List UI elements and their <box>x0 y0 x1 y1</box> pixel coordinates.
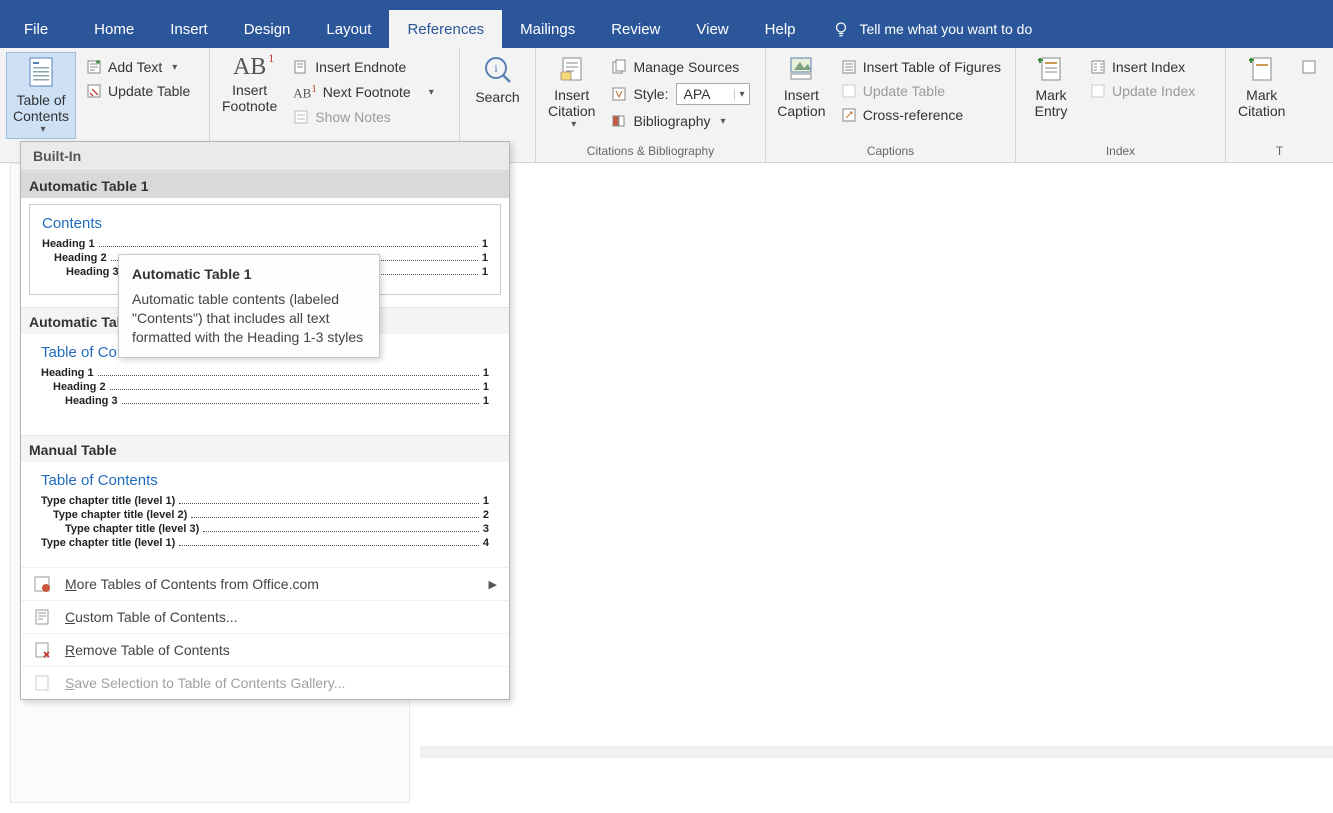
search-button[interactable]: i Search <box>469 52 527 107</box>
tell-me-text: Tell me what you want to do <box>860 21 1033 37</box>
tab-file[interactable]: File <box>10 10 62 48</box>
insert-citation-button[interactable]: Insert Citation▾ <box>542 52 601 133</box>
ribbon-tabstrip: File Home Insert Design Layout Reference… <box>0 10 1333 48</box>
insert-toa-button[interactable] <box>1295 56 1323 78</box>
cross-ref-icon <box>841 107 857 123</box>
tab-references[interactable]: References <box>389 10 502 48</box>
save-gallery-icon <box>33 674 51 692</box>
more-toc-office[interactable]: More Tables of Contents from Office.com … <box>21 567 509 600</box>
endnote-icon <box>293 59 309 75</box>
tooltip-auto1: Automatic Table 1 Automatic table conten… <box>118 254 380 358</box>
footnote-ab-icon: AB1 <box>233 54 266 82</box>
tell-me[interactable]: Tell me what you want to do <box>814 10 1033 48</box>
citation-style-select[interactable]: Style: APA▾ <box>605 80 755 108</box>
svg-text:i: i <box>494 61 498 75</box>
search-icon: i <box>482 54 514 86</box>
mark-citation-button[interactable]: Mark Citation <box>1232 52 1291 121</box>
dropdown-builtin-header: Built-In <box>21 142 509 171</box>
update-table-figures-button[interactable]: Update Table <box>835 80 1007 102</box>
update-table-button[interactable]: Update Table <box>80 80 196 102</box>
save-selection-toc[interactable]: Save Selection to Table of Contents Gall… <box>21 666 509 699</box>
group-label-index: Index <box>1022 144 1219 160</box>
group-label-citations: Citations & Bibliography <box>542 144 759 160</box>
remove-toc[interactable]: Remove Table of Contents <box>21 633 509 666</box>
cross-reference-button[interactable]: Cross-reference <box>835 104 1007 126</box>
group-label-toa: T <box>1232 144 1327 160</box>
update-table2-icon <box>841 83 857 99</box>
toa-icon <box>1301 59 1317 75</box>
show-notes-icon <box>293 109 309 125</box>
tab-mailings[interactable]: Mailings <box>502 10 593 48</box>
toc-dropdown: Built-In Automatic Table 1 Contents Head… <box>20 141 510 700</box>
bibliography-icon <box>611 113 627 129</box>
tab-home[interactable]: Home <box>76 10 152 48</box>
tooltip-body: Automatic table contents (labeled "Conte… <box>132 290 366 347</box>
insert-footnote-button[interactable]: AB1 Insert Footnote <box>216 52 283 116</box>
mark-entry-icon <box>1036 54 1066 84</box>
page-edge <box>420 746 1333 758</box>
tab-layout[interactable]: Layout <box>308 10 389 48</box>
add-text-button[interactable]: Add Text▾ <box>80 56 196 78</box>
insert-table-of-figures-button[interactable]: Insert Table of Figures <box>835 56 1007 78</box>
insert-caption-button[interactable]: Insert Caption <box>772 52 831 121</box>
update-index-icon <box>1090 83 1106 99</box>
manual-preview: Table of Contents Type chapter title (le… <box>29 462 501 555</box>
update-table-icon <box>86 83 102 99</box>
tooltip-title: Automatic Table 1 <box>132 265 366 284</box>
manage-sources-icon <box>611 59 627 75</box>
table-of-contents-button[interactable]: Table of Contents ▾ <box>6 52 76 139</box>
insert-endnote-button[interactable]: Insert Endnote <box>287 56 439 78</box>
tab-review[interactable]: Review <box>593 10 678 48</box>
submenu-arrow-icon: ▶ <box>489 578 497 591</box>
next-footnote-icon: AB1 <box>293 83 316 101</box>
tab-help[interactable]: Help <box>747 10 814 48</box>
insert-index-button[interactable]: Insert Index <box>1084 56 1201 78</box>
office-icon <box>33 575 51 593</box>
tof-icon <box>841 59 857 75</box>
update-index-button[interactable]: Update Index <box>1084 80 1201 102</box>
citation-icon <box>557 54 587 84</box>
manage-sources-button[interactable]: Manage Sources <box>605 56 755 78</box>
group-label-captions: Captions <box>772 144 1009 160</box>
add-text-icon <box>86 59 102 75</box>
insert-index-icon <box>1090 59 1106 75</box>
lightbulb-icon <box>832 20 850 38</box>
caption-icon <box>786 54 816 84</box>
show-notes-button[interactable]: Show Notes <box>287 106 439 128</box>
custom-toc-icon <box>33 608 51 626</box>
custom-toc[interactable]: Custom Table of Contents... <box>21 600 509 633</box>
next-footnote-button[interactable]: AB1 Next Footnote ▾ <box>287 80 439 104</box>
tab-design[interactable]: Design <box>226 10 309 48</box>
tab-insert[interactable]: Insert <box>152 10 226 48</box>
bibliography-button[interactable]: Bibliography▾ <box>605 110 755 132</box>
toc-icon <box>24 55 58 89</box>
tab-view[interactable]: View <box>678 10 746 48</box>
mark-entry-button[interactable]: Mark Entry <box>1022 52 1080 121</box>
style-icon <box>611 86 627 102</box>
remove-toc-icon <box>33 641 51 659</box>
gallery-option-manual[interactable]: Manual Table Table of Contents Type chap… <box>21 435 509 555</box>
mark-citation-icon <box>1247 54 1277 84</box>
